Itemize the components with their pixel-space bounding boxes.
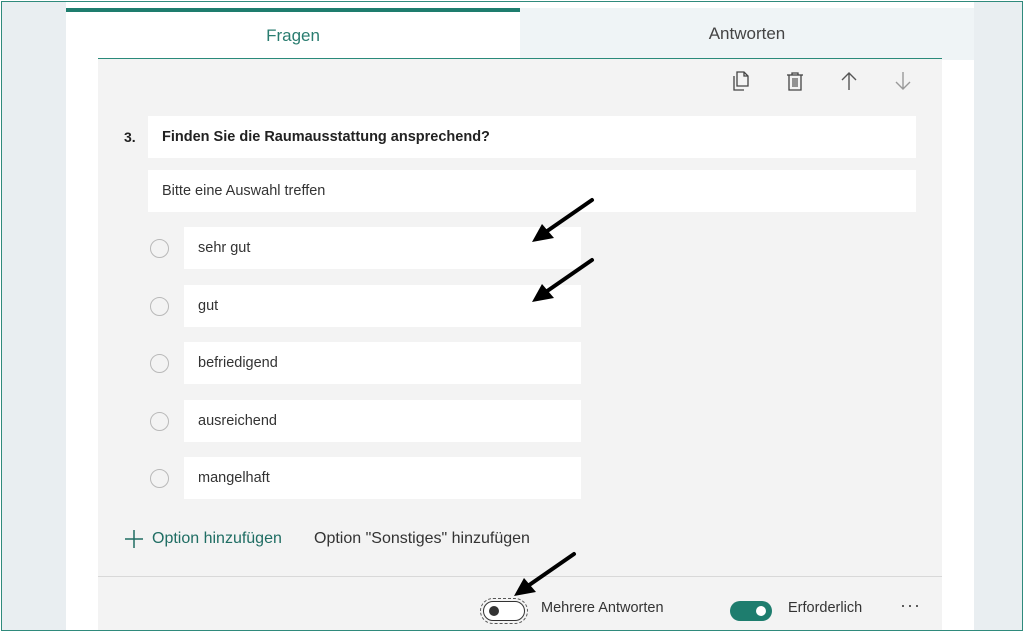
- trash-icon[interactable]: [783, 69, 807, 93]
- footer-divider: [98, 576, 942, 577]
- toggle-knob: [489, 606, 499, 616]
- arrow-down-icon[interactable]: [891, 69, 915, 93]
- option-input[interactable]: gut: [184, 285, 581, 327]
- tab-bar: Fragen Antworten: [66, 2, 974, 60]
- option-input[interactable]: sehr gut: [184, 227, 581, 269]
- multiple-answers-toggle[interactable]: [480, 598, 528, 624]
- radio-button[interactable]: [150, 469, 169, 488]
- option-row: ausreichend: [150, 400, 590, 442]
- required-label: Erforderlich: [788, 600, 863, 616]
- option-row: befriedigend: [150, 342, 590, 384]
- question-panel: 3. Finden Sie die Raumausstattung anspre…: [98, 59, 942, 630]
- radio-button[interactable]: [150, 239, 169, 258]
- add-option-label: Option hinzufügen: [152, 530, 282, 547]
- tab-antworten[interactable]: Antworten: [520, 8, 974, 60]
- option-row: sehr gut: [150, 227, 590, 269]
- option-input[interactable]: mangelhaft: [184, 457, 581, 499]
- add-option-button[interactable]: Option hinzufügen: [124, 526, 282, 552]
- question-subtitle-input[interactable]: Bitte eine Auswahl treffen: [148, 170, 916, 212]
- multiple-answers-label: Mehrere Antworten: [541, 600, 664, 616]
- add-other-option-button[interactable]: Option "Sonstiges" hinzufügen: [314, 526, 530, 552]
- option-row: mangelhaft: [150, 457, 590, 499]
- window-frame: Fragen Antworten 3. Finden Sie die Rauma…: [1, 1, 1023, 631]
- plus-icon: [125, 530, 143, 548]
- form-card: Fragen Antworten 3. Finden Sie die Rauma…: [66, 2, 974, 630]
- more-options-icon[interactable]: ···: [900, 595, 921, 616]
- tab-fragen[interactable]: Fragen: [66, 8, 520, 60]
- option-input[interactable]: befriedigend: [184, 342, 581, 384]
- arrow-up-icon[interactable]: [837, 69, 861, 93]
- question-title-input[interactable]: Finden Sie die Raumausstattung anspreche…: [148, 116, 916, 158]
- option-input[interactable]: ausreichend: [184, 400, 581, 442]
- option-row: gut: [150, 285, 590, 327]
- question-number: 3.: [124, 129, 136, 145]
- radio-button[interactable]: [150, 297, 169, 316]
- radio-button[interactable]: [150, 354, 169, 373]
- radio-button[interactable]: [150, 412, 169, 431]
- copy-icon[interactable]: [730, 69, 754, 93]
- required-toggle[interactable]: [730, 601, 772, 621]
- toggle-knob: [756, 606, 766, 616]
